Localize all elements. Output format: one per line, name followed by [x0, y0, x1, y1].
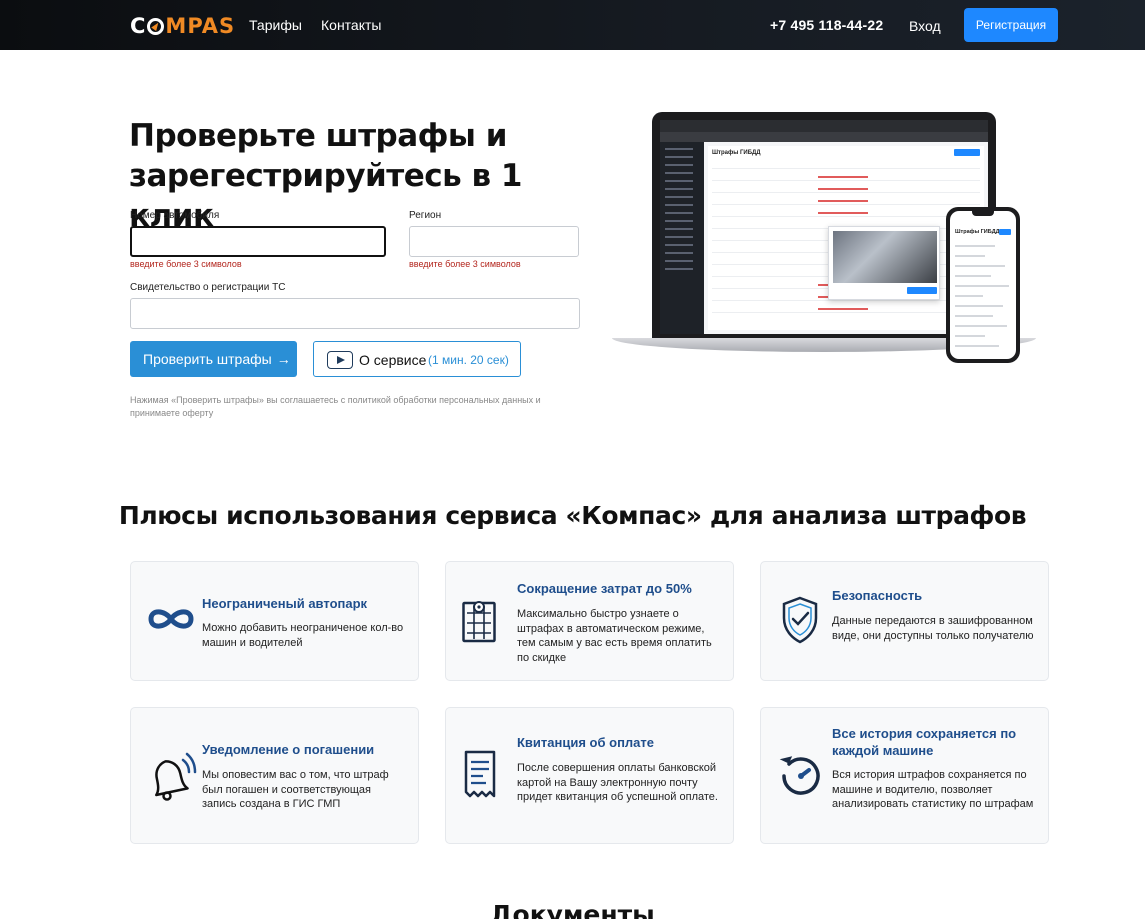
laptop-screen: Штрафы ГИБДД — [660, 120, 988, 334]
benefit-title: Неограниченый автопарк — [202, 596, 368, 611]
benefit-card-payment-notification: Уведомление о погашении Мы оповестим вас… — [130, 707, 419, 844]
benefit-text: Можно добавить неограниченое кол-во маши… — [202, 622, 404, 649]
logo-letters-accent-end: AS — [201, 14, 236, 38]
phone-screen: Штрафы ГИБДД — [950, 211, 1016, 359]
violation-photo-popup — [828, 226, 940, 300]
top-navbar: C MPAS Тарифы Контакты +7 495 118-44-22 В… — [0, 0, 1145, 50]
sts-input[interactable] — [130, 298, 580, 329]
infinity-icon — [148, 609, 194, 629]
benefit-title: Все история сохраняется по каждой машине — [832, 726, 1017, 758]
browser-bar — [660, 120, 988, 132]
benefit-title: Уведомление о погашении — [202, 742, 375, 757]
play-icon — [327, 351, 353, 369]
history-icon — [779, 756, 820, 795]
consent-text: Нажимая «Проверить штрафы» вы соглашаете… — [130, 395, 541, 418]
benefit-text: Максимально быстро узнаете о штрафах в а… — [517, 608, 712, 664]
receipt-icon — [464, 750, 496, 798]
benefit-card-receipt: Квитанция об оплате После совершения опл… — [445, 707, 734, 844]
check-fines-label: Проверить штрафы — [143, 351, 272, 367]
phone-screen-title: Штрафы ГИБДД — [955, 229, 1000, 235]
documents-title: Документы — [490, 900, 655, 919]
phone-mockup-image: Штрафы ГИБДД — [946, 207, 1020, 363]
check-fines-button[interactable]: Проверить штрафы → — [130, 341, 297, 377]
plate-input[interactable] — [130, 226, 386, 257]
login-link[interactable]: Вход — [909, 18, 941, 34]
compas-logo[interactable]: C MPAS — [130, 14, 236, 38]
benefit-card-unlimited-fleet: Неограниченый автопарк Можно добавить не… — [130, 561, 419, 681]
benefit-text: Вся история штрафов сохраняется по машин… — [832, 769, 1034, 810]
app-sidebar — [660, 142, 704, 334]
bell-icon — [155, 752, 197, 801]
phone-number-link[interactable]: +7 495 118-44-22 — [770, 17, 883, 33]
benefit-title: Квитанция об оплате — [517, 735, 655, 750]
browser-tabs — [660, 132, 988, 142]
region-input[interactable] — [409, 226, 579, 257]
logo-letter: C — [130, 14, 147, 38]
hero-title-line-1: Проверьте штрафы и — [129, 118, 507, 154]
benefit-card-history: Все история сохраняется по каждой машине… — [760, 707, 1049, 844]
benefit-text: Данные передаются в зашифрованном виде, … — [832, 615, 1034, 642]
benefit-title: Сокращение затрат до 50% — [517, 581, 692, 596]
benefit-card-security: Безопасность Данные передаются в зашифро… — [760, 561, 1049, 681]
plate-error: введите более 3 символов — [130, 259, 242, 269]
arrow-right-icon: → — [276, 351, 291, 367]
region-error: введите более 3 символов — [409, 259, 521, 269]
plate-label: Номер автомобиля — [130, 210, 220, 221]
laptop-lid: Штрафы ГИБДД — [652, 112, 996, 338]
hero-title-line-2: зарегестрируйтесь в 1 клик — [129, 158, 522, 234]
nav-tariffs-link[interactable]: Тарифы — [249, 17, 302, 33]
screen-title: Штрафы ГИБДД — [712, 150, 761, 156]
benefit-title: Безопасность — [832, 588, 923, 603]
logo-letters-accent: MP — [165, 14, 202, 38]
phone-notch — [972, 211, 994, 216]
popup-pay-button — [907, 287, 937, 294]
region-label: Регион — [409, 210, 442, 221]
about-service-button[interactable]: О сервисе (1 мин. 20 сек) — [313, 341, 521, 377]
nav-contacts-link[interactable]: Контакты — [321, 17, 381, 33]
register-button[interactable]: Регистрация — [964, 8, 1058, 42]
camera-photo — [833, 231, 937, 283]
about-service-label: О сервисе — [359, 352, 427, 368]
benefit-text: После совершения оплаты банковской карто… — [517, 762, 718, 803]
sts-label: Свидетельство о регистрации ТС — [130, 282, 286, 293]
compass-icon — [147, 18, 165, 35]
benefit-card-cost-reduction: Сокращение затрат до 50% Максимально быс… — [445, 561, 734, 681]
shield-check-icon — [782, 596, 818, 644]
about-video-duration: (1 мин. 20 сек) — [428, 353, 509, 367]
screen-action-button — [954, 149, 980, 156]
benefits-title: Плюсы использования сервиса «Компас» для… — [118, 501, 1027, 530]
app-main-panel: Штрафы ГИБДД — [708, 146, 984, 330]
benefit-text: Мы оповестим вас о том, что штраф был по… — [202, 769, 389, 810]
map-pin-icon — [462, 601, 496, 643]
